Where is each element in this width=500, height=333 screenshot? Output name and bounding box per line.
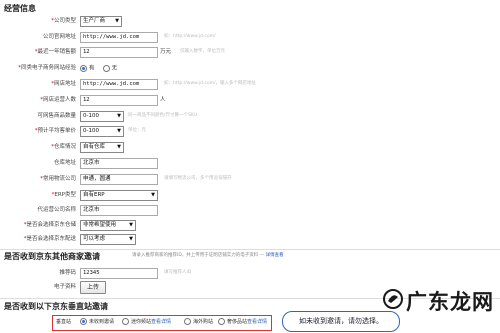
row-sku-count: 可网售商品数量 0-100 ▼ 同一商品不同颜色/尺寸算一个SKU (0, 109, 500, 123)
sku-count-select[interactable]: 0-100 ▼ (80, 111, 124, 122)
agency-input[interactable]: 北京市 (80, 205, 158, 216)
sku-count-hint: 同一商品不同颜色/尺寸算一个SKU (128, 113, 197, 118)
row-annual-sales: *最近一年销售额 12 万元 仅输入数字，单位万元 (0, 45, 500, 59)
vertical-luxury-radio[interactable] (218, 318, 225, 325)
vertical-option-overseas[interactable]: 海外购站 (184, 317, 213, 327)
merchant-invite-details-link[interactable]: 详情查看 (266, 253, 284, 258)
online-shop-no-radio[interactable] (102, 65, 110, 72)
shop-staff-input[interactable]: 12 (80, 95, 158, 106)
chevron-down-icon: ▼ (129, 222, 133, 228)
row-warehouse: *仓库情况 自有仓库 ▼ (0, 140, 500, 154)
shop-staff-unit: 人 (160, 97, 166, 103)
chevron-down-icon: ▼ (129, 236, 133, 242)
section-title-vertical-invite: 是否收到以下京东垂直站邀请 (4, 302, 108, 311)
row-jd-warehouse: *是否会选择京东仓储 非常希望使用 ▼ (0, 218, 500, 232)
row-shop-url: *网店地址 http://www.jd.com 如：http://www.jd.… (0, 77, 500, 91)
row-shop-staff: *网店运营人数 12 人 (0, 93, 500, 107)
jd-delivery-select[interactable]: 可以考虑 ▼ (80, 234, 136, 245)
row-carrier: *常用物流公司 申通，圆通 请填写物流公司，多个用逗号隔开 (0, 172, 500, 186)
online-shop-no-label: 无 (111, 65, 118, 72)
vertical-option-mini[interactable]: 迷你频站查看详情 (122, 317, 171, 327)
vertical-option-none[interactable]: 未收到邀请 (80, 317, 114, 327)
company-site-input[interactable]: http://www.jd.com (80, 32, 158, 43)
label-shop-staff: 网店运营人数 (42, 97, 76, 103)
online-shop-yes-radio[interactable] (80, 65, 87, 72)
row-agency: 代运营公司名称 北京市 (0, 203, 500, 217)
label-warehouse: 仓库情况 (53, 144, 76, 150)
erp-select[interactable]: 自有ERP ▼ (80, 190, 158, 201)
label-annual-sales: 最近一年销售额 (37, 49, 76, 55)
callout-bubble: 如未收到邀请，请勿选择。 (282, 311, 400, 332)
vertical-overseas-radio[interactable] (184, 318, 191, 325)
label-company-type: 公司类型 (53, 18, 76, 24)
label-erp: ERP类型 (54, 192, 76, 198)
upload-button[interactable]: 上传 (80, 281, 107, 294)
dragon-logo-icon (383, 289, 403, 309)
label-carrier: 常用物流公司 (42, 176, 76, 182)
company-site-hint: 如：http://www.jd.com/ (164, 34, 216, 39)
row-online-shop-experience: *同类电子商务网站经验 有 无 (18, 65, 118, 72)
callout-text: 如未收到邀请，请勿选择。 (299, 317, 383, 325)
carrier-hint: 请填写物流公司，多个用逗号隔开 (164, 176, 232, 181)
chevron-down-icon: ▼ (151, 192, 155, 198)
shop-url-hint: 如：http://www.jd.com/，输入多个网店地址 (164, 81, 257, 86)
chevron-down-icon: ▼ (115, 18, 119, 24)
row-jd-delivery: *是否会选择京东配送 可以考虑 ▼ (0, 232, 500, 246)
company-type-select[interactable]: 生产厂商 ▼ (80, 16, 122, 27)
section-title-merchant-invite: 是否收到京东其他商家邀请 (4, 252, 100, 261)
online-shop-yes-label: 有 (89, 65, 95, 72)
row-ref-code: 推荐码 12345 填写推荐人ID (0, 266, 500, 280)
row-warehouse-address: 仓库地址 北京市 (0, 156, 500, 170)
annual-sales-unit: 万元 (160, 49, 172, 55)
annual-sales-input[interactable]: 12 (80, 47, 158, 58)
row-erp: *ERP类型 自有ERP ▼ (0, 188, 500, 202)
jd-warehouse-select[interactable]: 非常希望使用 ▼ (80, 220, 136, 231)
chevron-down-icon: ▼ (117, 113, 121, 119)
section-title-business-info: 经营信息 (4, 4, 36, 13)
row-company-type: *公司类型 生产厂商 ▼ (0, 14, 500, 28)
vertical-mini-details-link[interactable]: 查看详情 (151, 319, 171, 325)
row-avg-price: *预计平均客单价 0-100 ▼ 单位：元 (0, 124, 500, 138)
vertical-none-radio[interactable] (80, 318, 87, 325)
label-company-site: 公司官网地址 (42, 34, 76, 40)
chevron-down-icon: ▼ (117, 144, 121, 150)
label-agency: 代运营公司名称 (37, 207, 76, 213)
label-online-shop: 同类电子商务网站经验 (20, 65, 76, 71)
vertical-option-luxury[interactable]: 奢侈品站查看详情 (218, 317, 267, 327)
avg-price-select[interactable]: 0-100 ▼ (80, 126, 124, 137)
label-shop-url: 网店地址 (53, 81, 76, 87)
label-jd-warehouse: 是否会选择京东仓储 (26, 222, 76, 228)
label-warehouse-address: 仓库地址 (53, 160, 76, 166)
chevron-down-icon: ▼ (117, 128, 121, 134)
shop-url-input[interactable]: http://www.jd.com (80, 79, 158, 90)
label-upload: 电子资料 (53, 284, 76, 290)
label-vertical-site: 垂直站 (56, 319, 72, 325)
annual-sales-hint: 仅输入数字，单位万元 (180, 49, 225, 54)
carrier-input[interactable]: 申通，圆通 (80, 174, 158, 185)
label-avg-price: 预计平均客单价 (37, 128, 76, 134)
ref-code-input[interactable]: 12345 (80, 268, 158, 279)
merchant-invite-note: 请录入推荐商家的推荐ID，并上传用于证明店铺实力的电子资料 — (132, 253, 265, 258)
warehouse-select[interactable]: 自有仓库 ▼ (80, 142, 124, 153)
label-sku-count: 可网售商品数量 (37, 113, 76, 119)
vertical-luxury-details-link[interactable]: 查看详情 (247, 319, 267, 325)
label-jd-delivery: 是否会选择京东配送 (26, 236, 76, 242)
label-ref-code: 推荐码 (59, 270, 76, 276)
row-company-site: 公司官网地址 http://www.jd.com 如：http://www.jd… (0, 30, 500, 44)
ref-code-hint: 填写推荐人ID (164, 270, 192, 275)
watermark-text: 广东龙网 (406, 289, 494, 314)
avg-price-hint: 单位：元 (128, 128, 146, 133)
vertical-mini-radio[interactable] (122, 318, 129, 325)
merchant-application-form: 经营信息 *公司类型 生产厂商 ▼ 公司官网地址 http://www.jd.co… (0, 0, 500, 333)
warehouse-address-input[interactable]: 北京市 (80, 158, 158, 169)
